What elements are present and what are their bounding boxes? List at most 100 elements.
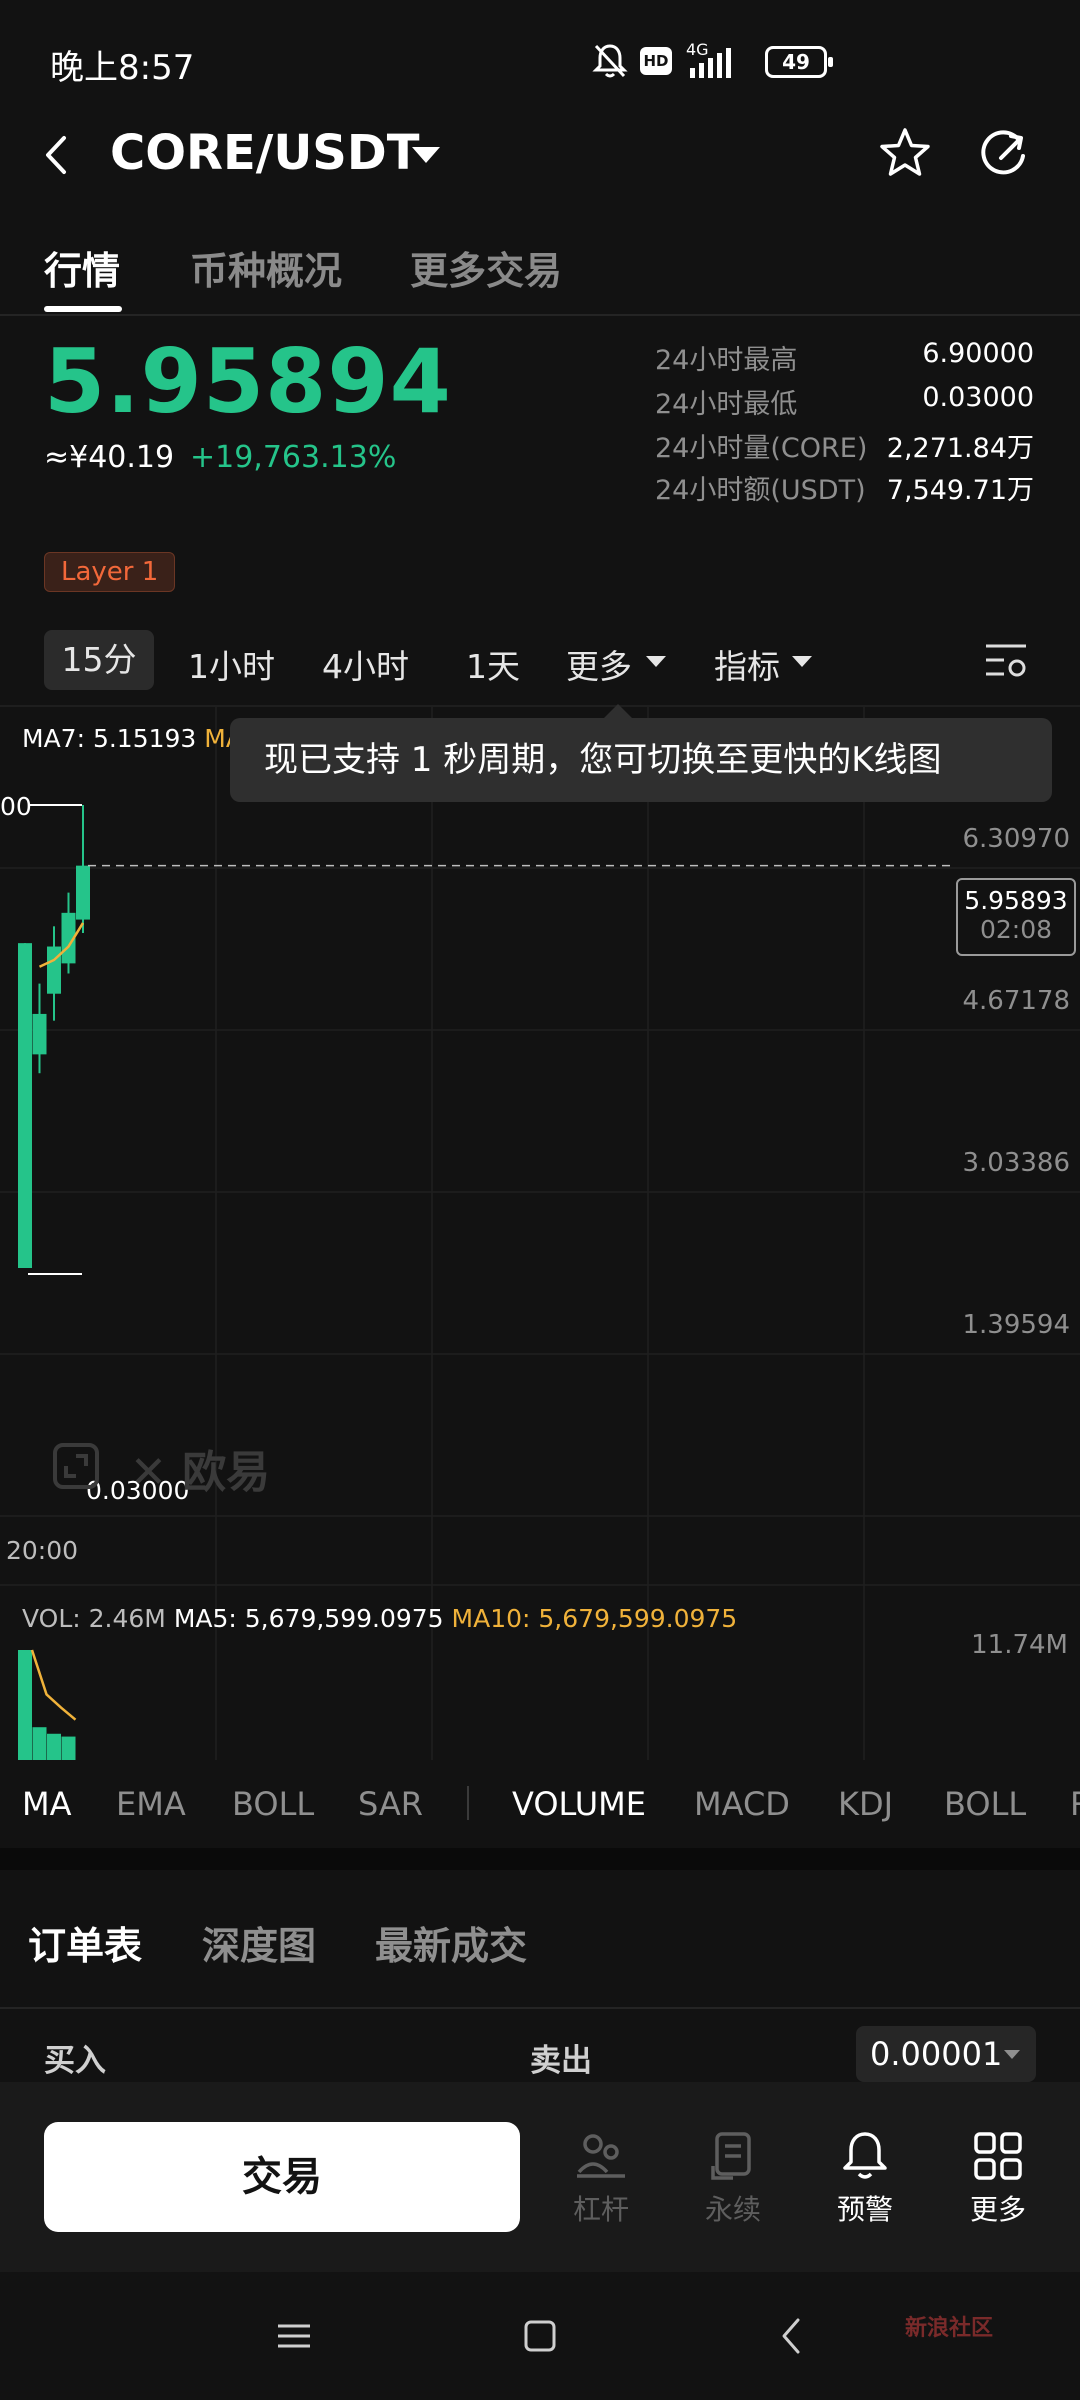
stat-turnover-value: 7,549.71万: [886, 475, 1034, 506]
ind-sar[interactable]: SAR: [358, 1785, 423, 1823]
tab-order-book[interactable]: 订单表: [28, 1915, 142, 1970]
pair-dropdown-icon[interactable]: [412, 147, 440, 163]
watermark-text: 欧易: [182, 1447, 271, 1498]
stat-high-label: 24小时最高: [655, 345, 798, 376]
stat-low-value: 0.03000: [922, 382, 1034, 413]
grid-icon: [974, 2132, 1022, 2180]
indicator-caret-icon[interactable]: [792, 656, 812, 667]
indicator-menu[interactable]: 指标: [714, 640, 780, 688]
status-time: 晚上8:57: [50, 48, 195, 88]
share-icon[interactable]: [975, 126, 1031, 182]
sell-label: 卖出: [530, 2043, 592, 2079]
tab-latest-trades[interactable]: 最新成交: [375, 1915, 527, 1970]
period-tooltip[interactable]: 现已支持 1 秒周期，您可切换至更快的K线图: [230, 718, 1052, 802]
tab-more-trading[interactable]: 更多交易: [410, 240, 562, 295]
period-more-caret-icon[interactable]: [646, 656, 666, 667]
stat-volume-label: 24小时量(CORE): [655, 433, 868, 464]
margin-icon: [577, 2134, 625, 2178]
favorite-star-icon[interactable]: [878, 126, 932, 180]
pair-title[interactable]: CORE/USDT: [110, 125, 419, 181]
current-price-value: 5.95893: [964, 886, 1068, 915]
precision-caret-icon: [1004, 2050, 1020, 2059]
buy-label: 买入: [44, 2043, 106, 2079]
orderbook-divider: [0, 2007, 1080, 2009]
precision-value: 0.00001: [870, 2035, 1003, 2073]
ind-boll-sub[interactable]: BOLL: [944, 1785, 1026, 1823]
nav-alerts-label: 预警: [836, 2193, 893, 2226]
nav-margin[interactable]: 杠杆: [556, 2128, 646, 2228]
nav-perpetual[interactable]: 永续: [688, 2128, 778, 2228]
y-tick-1: 6.30970: [962, 824, 1070, 854]
home-icon[interactable]: [518, 2314, 562, 2358]
tooltip-arrow: [604, 704, 632, 718]
period-1h[interactable]: 1小时: [188, 640, 275, 688]
stat-low-label: 24小时最低: [655, 389, 798, 420]
nav-more[interactable]: 更多: [953, 2128, 1043, 2228]
bell-icon: [843, 2132, 887, 2179]
sina-community-badge: 新浪社区: [905, 2316, 994, 2341]
nav-alerts[interactable]: 预警: [820, 2128, 910, 2228]
trade-button[interactable]: 交易: [44, 2122, 520, 2232]
tab-coin-overview[interactable]: 币种概况: [190, 240, 342, 295]
vol-ma10: MA10: 5,679,599.0975: [451, 1604, 738, 1633]
candle-body: [76, 865, 90, 920]
volume-max-label: 11.74M: [971, 1630, 1068, 1660]
hd-icon: HD: [640, 47, 672, 75]
nav-more-label: 更多: [969, 2193, 1026, 2226]
okx-logo-icon: ✕: [130, 1447, 183, 1498]
signal-icon: [690, 48, 731, 78]
period-4h[interactable]: 4小时: [322, 640, 409, 688]
volume-bar: [47, 1733, 61, 1760]
ma7-value: MA7: 5.15193: [22, 724, 197, 753]
candle-body: [32, 1013, 47, 1055]
watermark: ✕ 欧易: [130, 1436, 270, 1500]
period-1d[interactable]: 1天: [466, 640, 520, 688]
battery-icon: 49: [765, 46, 833, 78]
vol-ma5: MA5: 5,679,599.0975: [173, 1604, 444, 1633]
fullscreen-icon[interactable]: [52, 1442, 100, 1490]
volume-bar: [61, 1736, 76, 1760]
volume-ma-line: [30, 1649, 77, 1721]
price-change: +19,763.13%: [190, 440, 397, 475]
ind-macd[interactable]: MACD: [694, 1785, 790, 1823]
last-price: 5.95894: [44, 330, 452, 433]
ind-kdj[interactable]: KDJ: [838, 1785, 893, 1823]
nav-back-icon[interactable]: [770, 2314, 814, 2358]
ma7-line: [38, 922, 85, 968]
nav-perpetual-label: 永续: [704, 2193, 761, 2226]
perpetual-icon: [711, 2132, 751, 2180]
stat-high-value: 6.90000: [922, 338, 1034, 369]
ind-r[interactable]: R: [1070, 1785, 1080, 1823]
menu-icon[interactable]: [272, 2314, 316, 2358]
tab-depth-chart[interactable]: 深度图: [202, 1915, 316, 1970]
candle-body: [18, 943, 32, 1268]
tab-market[interactable]: 行情: [44, 240, 120, 295]
volume-bar: [32, 1727, 47, 1760]
volume-bar: [18, 1650, 32, 1760]
high-price-label: 00: [0, 792, 32, 821]
volume-legend: VOL: 2.46M MA5: 5,679,599.0975 MA10: 5,6…: [22, 1604, 737, 1633]
candle-countdown: 02:08: [979, 915, 1053, 944]
cny-price: ≈¥40.19: [44, 440, 175, 475]
x-time-label: 20:00: [6, 1536, 79, 1565]
section-gap: [0, 1848, 1080, 1870]
layer-tag[interactable]: Layer 1: [44, 552, 176, 592]
period-15m[interactable]: 15分: [44, 630, 154, 690]
ind-ma[interactable]: MA: [22, 1785, 72, 1823]
indicator-separator: [467, 1786, 469, 1820]
y-tick-3: 3.03386: [962, 1148, 1070, 1178]
ind-ema[interactable]: EMA: [116, 1785, 186, 1823]
back-icon[interactable]: [36, 130, 76, 180]
stat-turnover-label: 24小时额(USDT): [655, 475, 866, 506]
ind-volume[interactable]: VOLUME: [512, 1785, 646, 1823]
nav-margin-label: 杠杆: [572, 2193, 629, 2226]
ind-boll[interactable]: BOLL: [232, 1785, 314, 1823]
ma-legend: MA7: 5.15193 MA: [22, 724, 243, 753]
mute-bell-icon: [592, 44, 628, 78]
period-more[interactable]: 更多: [566, 640, 632, 688]
tab-underline: [44, 306, 122, 312]
current-price-tag: 5.95893 02:08: [956, 878, 1076, 956]
precision-select[interactable]: 0.00001: [856, 2026, 1036, 2082]
chart-settings-icon[interactable]: [984, 640, 1028, 680]
y-tick-2: 4.67178: [962, 986, 1070, 1016]
